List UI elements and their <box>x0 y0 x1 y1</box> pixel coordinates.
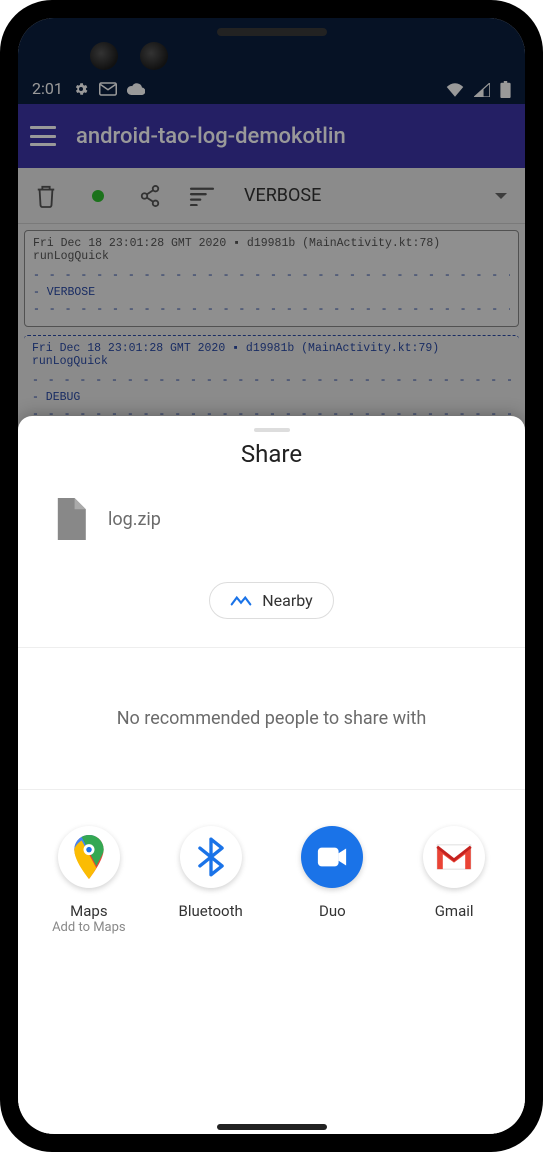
app-sublabel: Add to Maps <box>52 920 126 935</box>
share-target-bluetooth[interactable]: Bluetooth <box>156 826 266 935</box>
share-file-row: log.zip <box>18 490 525 568</box>
share-app-grid: Maps Add to Maps Bluetooth Duo <box>18 790 525 949</box>
share-target-duo[interactable]: Duo <box>277 826 387 935</box>
drag-handle[interactable] <box>254 428 290 432</box>
nearby-icon <box>230 594 252 608</box>
app-label: Duo <box>319 902 346 920</box>
duo-icon <box>301 826 363 888</box>
share-sheet: Share log.zip Nearby No recommended peop… <box>18 416 525 1134</box>
bluetooth-icon <box>180 826 242 888</box>
app-label: Bluetooth <box>178 902 242 920</box>
maps-icon <box>58 826 120 888</box>
no-recommendations-text: No recommended people to share with <box>18 648 525 789</box>
nearby-share-button[interactable]: Nearby <box>209 582 334 619</box>
share-target-maps[interactable]: Maps Add to Maps <box>34 826 144 935</box>
gmail-icon <box>423 826 485 888</box>
file-icon <box>52 498 86 540</box>
app-label: Gmail <box>435 902 474 920</box>
nearby-label: Nearby <box>262 591 313 610</box>
share-title: Share <box>18 440 525 468</box>
app-label: Maps <box>70 902 107 920</box>
share-file-name: log.zip <box>108 509 161 530</box>
share-target-gmail[interactable]: Gmail <box>399 826 509 935</box>
